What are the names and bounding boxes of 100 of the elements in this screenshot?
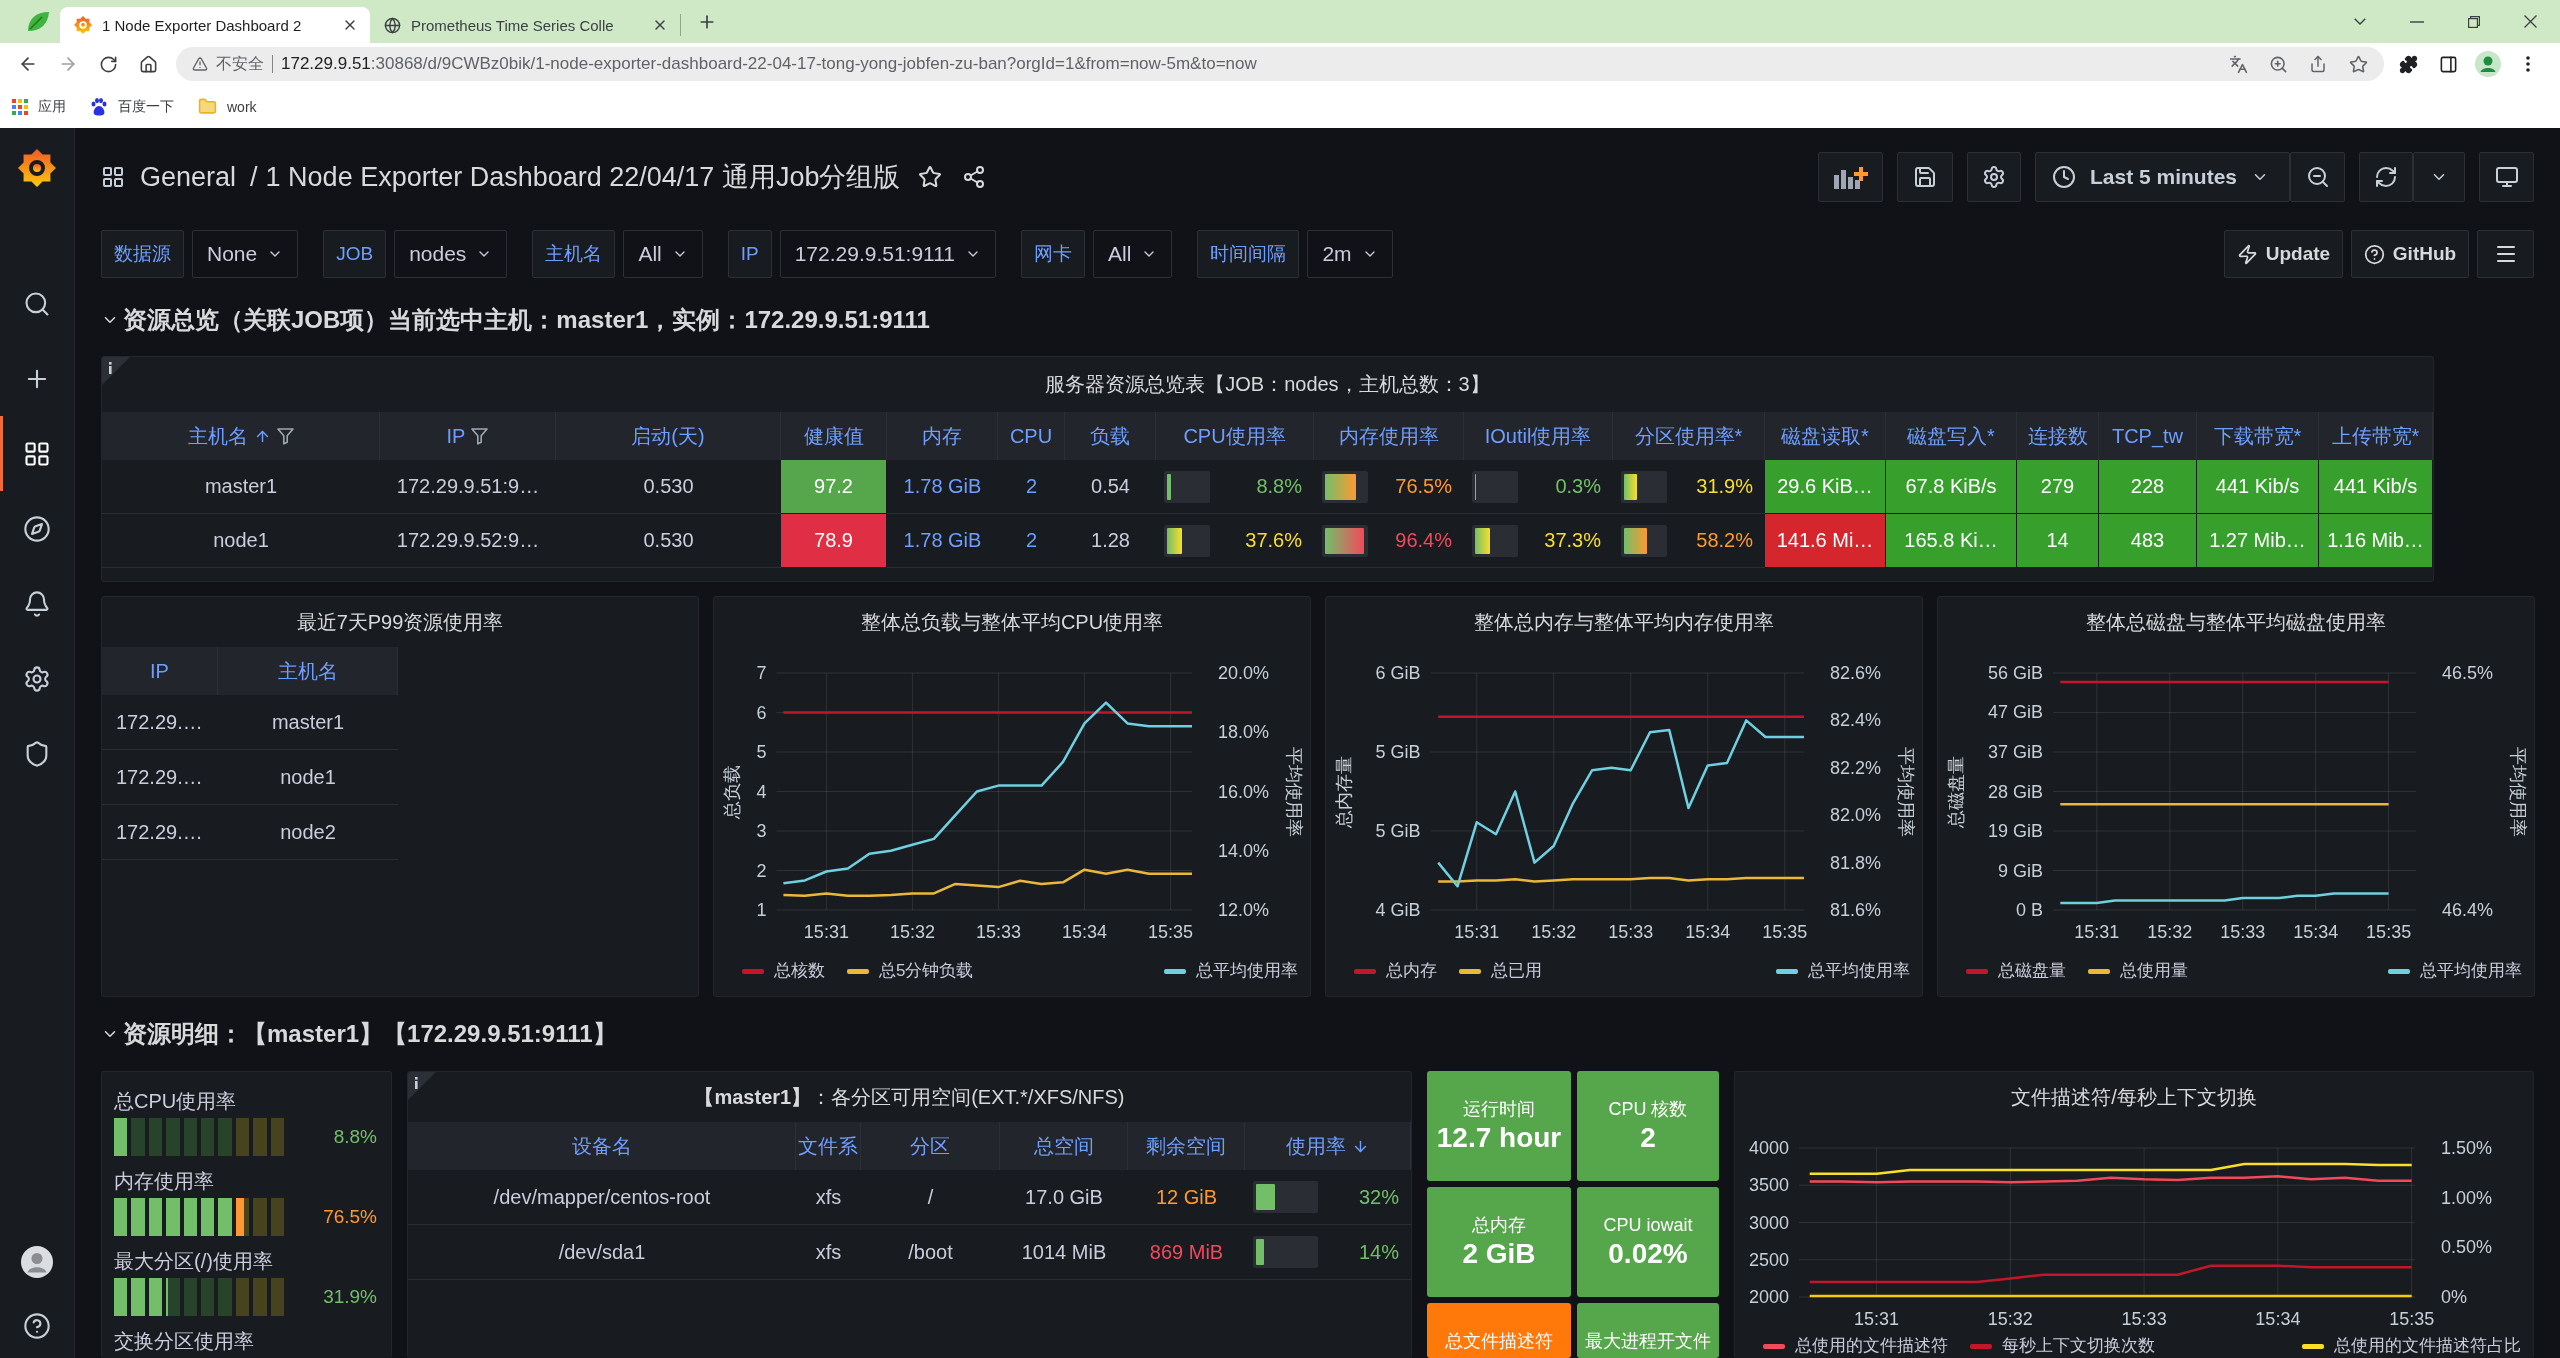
column-header[interactable]: 磁盘写入* xyxy=(1886,412,2017,460)
variable-label: IP xyxy=(727,230,772,278)
tab-title: 1 Node Exporter Dashboard 2 xyxy=(102,16,303,34)
user-avatar-icon[interactable] xyxy=(21,1246,53,1278)
gauge-value: 31.9% xyxy=(1696,475,1753,498)
menu-button[interactable] xyxy=(2477,230,2534,278)
column-header[interactable]: 上传带宽* xyxy=(2319,412,2433,460)
axis-tick-label: 15:34 xyxy=(1685,922,1731,942)
column-header[interactable]: TCP_tw xyxy=(2099,412,2197,460)
variable-label: 数据源 xyxy=(101,230,184,278)
column-header[interactable]: 使用率 xyxy=(1245,1122,1411,1170)
minimize-icon[interactable] xyxy=(2410,20,2424,23)
monitor-icon xyxy=(2494,165,2519,189)
legend-label: 总5分钟负载 xyxy=(879,961,974,981)
axis-tick-label: 0 B xyxy=(2015,900,2043,920)
column-header[interactable]: 剩余空间 xyxy=(1128,1122,1245,1170)
column-header[interactable]: 主机名 xyxy=(102,412,380,460)
bookmark-item[interactable]: 应用 xyxy=(12,97,66,116)
time-range-picker[interactable]: Last 5 minutes xyxy=(2035,152,2290,202)
add-panel-button[interactable] xyxy=(1818,152,1883,202)
axis-tick-label: 6 GiB xyxy=(1375,663,1421,683)
variable-select[interactable]: 172.29.9.51:9111 xyxy=(779,230,997,278)
bar-chart-plus-icon xyxy=(1833,165,1868,189)
chevron-down-icon[interactable] xyxy=(2354,18,2366,25)
help-icon[interactable] xyxy=(23,1312,51,1340)
axis-tick-label: 15:32 xyxy=(1531,922,1577,942)
column-header[interactable]: 磁盘读取* xyxy=(1765,412,1886,460)
gauge-value: 31.9% xyxy=(323,1286,377,1308)
paw-icon xyxy=(90,97,108,116)
legend-label: 总平均使用率 xyxy=(1808,961,1910,981)
axis-tick-label: 1.00% xyxy=(2441,1187,2493,1208)
dashboard-link[interactable]: Update xyxy=(2224,230,2343,278)
column-header[interactable]: 负载 xyxy=(1065,412,1156,460)
browser-tab[interactable]: 1 Node Exporter Dashboard 2 xyxy=(60,7,370,43)
column-header[interactable]: CPU xyxy=(998,412,1065,460)
compass-icon xyxy=(23,514,51,543)
logo-icon xyxy=(74,16,92,34)
table-cell: 1.27 Mib… xyxy=(2197,514,2319,568)
column-header[interactable]: 内存 xyxy=(887,412,998,460)
star-icon xyxy=(918,165,943,189)
avatar-icon[interactable] xyxy=(2475,51,2501,77)
table-cell: / xyxy=(861,1170,1000,1225)
row-title[interactable]: 资源总览（关联JOB项）当前选中主机：master1，实例：172.29.9.51:9111 xyxy=(101,304,930,336)
axis-tick-label: 14.0% xyxy=(1218,840,1270,861)
column-header[interactable]: CPU使用率 xyxy=(1156,412,1314,460)
close-icon[interactable] xyxy=(2524,15,2537,28)
table-cell: 1.78 GiB xyxy=(887,514,998,568)
axis-tick-label: 46.5% xyxy=(2442,663,2494,683)
table-cell: /boot xyxy=(861,1225,1000,1280)
column-header[interactable]: 总空间 xyxy=(1000,1122,1128,1170)
table-cell: 165.8 Ki… xyxy=(1886,514,2017,568)
variable-select[interactable]: All xyxy=(1093,230,1173,278)
tv-mode-button[interactable] xyxy=(2479,152,2534,202)
column-header[interactable]: 启动(天) xyxy=(556,412,781,460)
gauge-label: 最大分区(/)使用率 xyxy=(114,1249,274,1274)
column-header[interactable]: 健康值 xyxy=(781,412,887,460)
table-cell: 172.29.… xyxy=(102,805,218,860)
legend-label: 总磁盘量 xyxy=(1998,961,2066,981)
variable-select[interactable]: All xyxy=(623,230,703,278)
share-icon xyxy=(962,165,987,189)
table-cell: 228 xyxy=(2099,460,2197,514)
column-header[interactable]: IP xyxy=(102,647,218,695)
save-button[interactable] xyxy=(1897,152,1953,202)
variable-select[interactable]: 2m xyxy=(1307,230,1393,278)
bookmark-item[interactable]: 百度一下 xyxy=(90,97,174,116)
axis-tick-label: 15:31 xyxy=(1454,922,1500,942)
settings-button[interactable] xyxy=(1967,152,2021,202)
column-header[interactable]: 下载带宽* xyxy=(2197,412,2319,460)
star-icon xyxy=(2348,54,2368,74)
column-header[interactable]: 设备名 xyxy=(408,1122,796,1170)
panel-title: 最近7天P99资源使用率 xyxy=(296,609,504,635)
table-cell: 2 xyxy=(998,514,1065,568)
column-header[interactable]: 内存使用率 xyxy=(1314,412,1464,460)
menu-icon[interactable] xyxy=(2526,56,2530,72)
column-header[interactable]: IP xyxy=(380,412,556,460)
restore-icon[interactable] xyxy=(2468,15,2480,28)
variable-select[interactable]: nodes xyxy=(394,230,508,278)
refresh-button[interactable] xyxy=(2359,152,2413,202)
dashboard-link[interactable]: GitHub xyxy=(2351,230,2469,278)
column-header[interactable]: 文件系 xyxy=(796,1122,861,1170)
url-text: 172.29.9.51:30868/d/9CWBz0bik/1-node-exporter-dashboard-22-04-17-tong-yong-jobfen-zu-ban?orgId=1&from=now-5m&to=now xyxy=(281,54,1257,74)
folder-link[interactable]: General xyxy=(140,161,237,193)
row-title[interactable]: 资源明细：【master1】【172.29.9.51:9111】 xyxy=(101,1018,617,1050)
axis-tick-label: 15:35 xyxy=(1762,922,1808,942)
address-bar[interactable]: 不安全 172.29.9.51:30868/d/9CWBz0bik/1-node-exporter-dashboard-22-04-17-tong-yong-jobfen-zu-ban?orgId=1&from=now-5m&to=now xyxy=(176,47,2384,81)
variable-label: 主机名 xyxy=(532,230,616,278)
gauge-label: 总CPU使用率 xyxy=(114,1089,238,1114)
stat-title: CPU 核数 xyxy=(1608,1098,1688,1121)
column-header[interactable]: 连接数 xyxy=(2017,412,2099,460)
browser-tab[interactable]: Prometheus Time Series Colle xyxy=(370,7,680,43)
variable-select[interactable]: None xyxy=(192,230,299,278)
column-header[interactable]: 主机名 xyxy=(218,647,398,695)
column-header[interactable]: 分区 xyxy=(861,1122,1000,1170)
axis-tick-label: 3000 xyxy=(1748,1212,1789,1233)
gauge-value: 8.8% xyxy=(333,1126,377,1148)
axis-tick-label: 15:34 xyxy=(2255,1309,2301,1329)
column-header[interactable]: 分区使用率* xyxy=(1613,412,1765,460)
zoom-out-button[interactable] xyxy=(2290,152,2345,202)
bookmark-item[interactable]: work xyxy=(198,97,257,116)
column-header[interactable]: IOutil使用率 xyxy=(1464,412,1613,460)
